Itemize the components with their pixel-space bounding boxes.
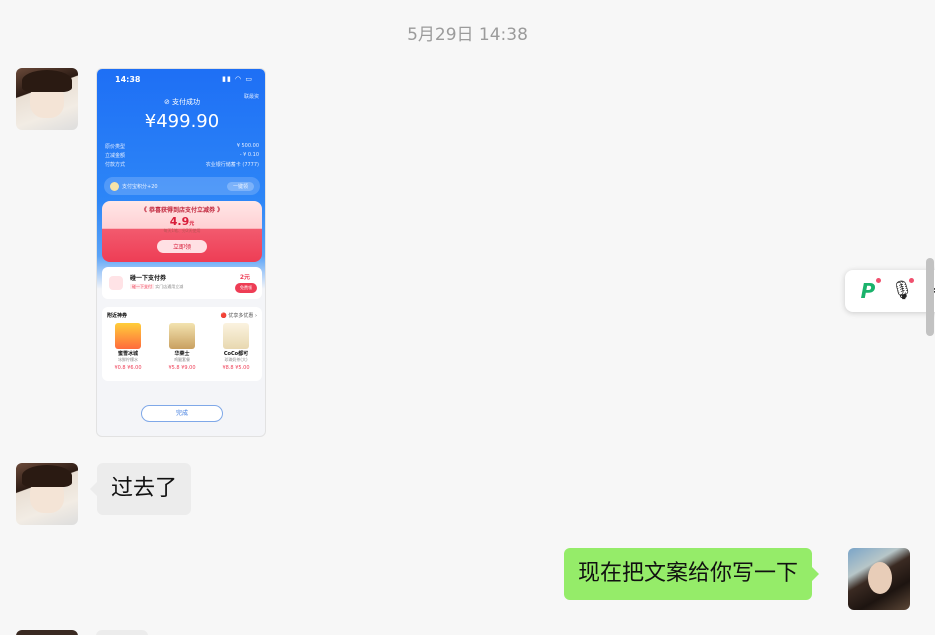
- drink-image: [115, 323, 141, 349]
- detail-row: 原价类型 ¥ 500.00: [105, 143, 259, 150]
- screenshot-points-button: 一键领: [226, 181, 254, 191]
- nearby-item: CoCo都可 珍珠奶茶(大) ¥8.8 ¥5.00: [216, 323, 256, 371]
- message-bubble-received[interactable]: 过去了: [89, 463, 192, 515]
- contact-avatar[interactable]: [16, 463, 78, 525]
- contact-avatar[interactable]: [16, 68, 78, 130]
- screenshot-report-label: 联最资: [243, 94, 259, 100]
- burger-image: [169, 323, 195, 349]
- coin-icon: [110, 181, 119, 191]
- self-avatar[interactable]: [848, 548, 910, 610]
- detail-row: 付款方式 农业银行储蓄卡 (7777): [105, 162, 259, 168]
- floating-toolbar: P 🎙 <: [845, 270, 935, 312]
- message-bubble-partial[interactable]: [96, 630, 148, 635]
- screenshot-coupon-card: 《 恭喜获得到店支付立减券 》 4.9元 每天1笔、分2天使用 立即领: [102, 201, 262, 262]
- payment-screenshot-image[interactable]: 14:38 ▮▮ ◠ ▭ ⊘ 支付成功 联最资 ¥499.90 原价类型 ¥ 50…: [96, 68, 266, 437]
- tap-pay-icon: [109, 276, 123, 290]
- contact-avatar-partial[interactable]: [16, 630, 78, 635]
- notification-dot: [876, 278, 881, 283]
- screenshot-done-button: 完成: [141, 405, 223, 422]
- screenshot-status-icons: ▮▮ ◠ ▭: [222, 75, 253, 83]
- nearby-item: 蜜雪冰城 冰鲜柠檬水 ¥0.8 ¥6.00: [108, 323, 148, 371]
- screenshot-tap-pay-card: 碰一下支付券 碰一下支付 实门店通用立减 2元 免费领: [102, 267, 262, 299]
- detail-row: 立减金额 - ¥ 0.10: [105, 152, 259, 159]
- notification-dot: [909, 278, 914, 283]
- screenshot-points-bar: 支付宝积分+20 一键领: [104, 177, 260, 195]
- screenshot-detail-rows: 原价类型 ¥ 500.00 立减金额 - ¥ 0.10 付款方式 农业银行储蓄卡 (7…: [105, 143, 259, 170]
- screenshot-amount: ¥499.90: [144, 111, 220, 132]
- chat-timestamp: 5月29日 14:38: [407, 25, 528, 45]
- screenshot-status-time: 14:38: [115, 75, 141, 84]
- screenshot-coupon-button: 立即领: [156, 240, 207, 253]
- scrollbar[interactable]: [926, 258, 934, 336]
- screenshot-paid-label: ⊘ 支付成功: [163, 98, 201, 106]
- screenshot-nearby-card: 附近神券 🔴 优享多优惠 › 蜜雪冰城 冰鲜柠檬水 ¥0.8 ¥6.00 华莱士…: [102, 307, 262, 381]
- tea-image: [223, 323, 249, 349]
- message-bubble-sent[interactable]: 现在把文案给你写一下: [564, 548, 820, 600]
- nearby-item: 华莱士 鸡腿套餐 ¥5.8 ¥9.00: [162, 323, 202, 371]
